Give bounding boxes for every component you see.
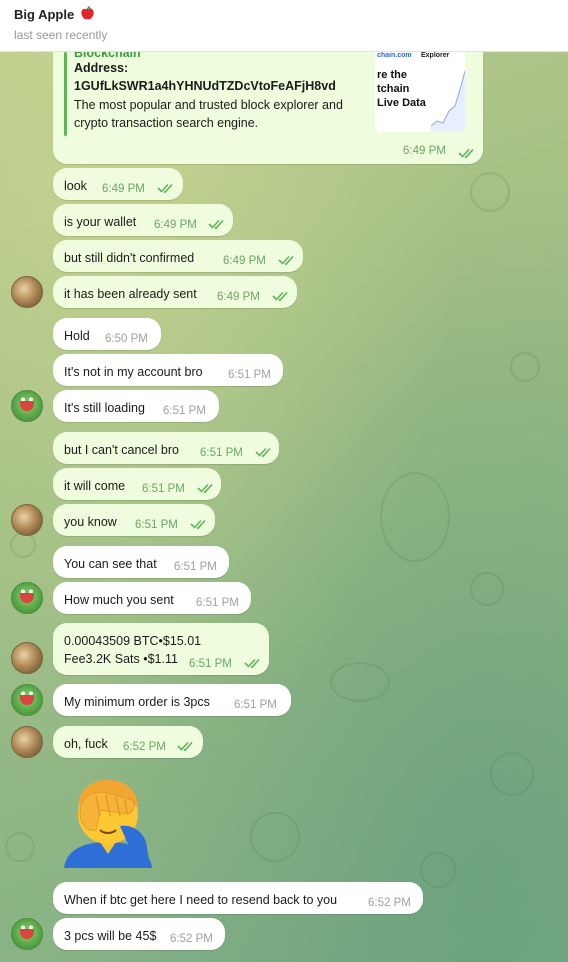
message-text: look	[64, 179, 87, 193]
message-text-line2: Fee3.2K Sats •$1.11	[64, 652, 178, 666]
message-bubble-outgoing[interactable]: you know 6:51 PM	[53, 504, 215, 536]
message-time: 6:51 PM	[135, 519, 178, 531]
message-bubble-outgoing[interactable]: but I can't cancel bro 6:51 PM	[53, 432, 279, 464]
message-text: It's still loading	[64, 401, 145, 415]
message-time: 6:51 PM	[234, 699, 277, 711]
message-time: 6:49 PM	[223, 255, 266, 267]
double-check-icon	[157, 183, 173, 194]
double-check-icon	[190, 519, 206, 530]
message-bubble-incoming[interactable]: It's not in my account bro 6:51 PM	[53, 354, 283, 386]
message-bubble-incoming[interactable]: Hold 6:50 PM	[53, 318, 161, 350]
message-bubble-incoming[interactable]: You can see that 6:51 PM	[53, 546, 229, 578]
chat-title[interactable]: Big Apple	[14, 6, 554, 24]
link-preview-accent	[64, 52, 67, 136]
message-time: 6:51 PM	[163, 405, 206, 417]
message-bubble-outgoing[interactable]: it will come 6:51 PM	[53, 468, 221, 500]
message-text: it will come	[64, 479, 126, 493]
message-bubble-outgoing[interactable]: 0.00043509 BTC•$15.01 Fee3.2K Sats •$1.1…	[53, 623, 269, 675]
message-time: 6:51 PM	[174, 561, 217, 573]
thumb-brand-explorer: Explorer	[421, 52, 450, 59]
red-apple-icon	[81, 6, 94, 20]
message-text: When if btc get here I need to resend ba…	[64, 893, 338, 907]
chat-title-text: Big Apple	[14, 7, 75, 22]
thumb-line1: re the	[377, 69, 407, 81]
my-avatar[interactable]	[11, 684, 43, 716]
zombie-mouth-icon	[20, 593, 34, 603]
message-time: 6:49 PM	[102, 183, 145, 195]
message-text: Hold	[64, 329, 90, 343]
message-bubble-incoming[interactable]: My minimum order is 3pcs 6:51 PM	[53, 684, 291, 716]
thumb-line3: Live Data	[377, 97, 426, 109]
thumb-brand: chain.com	[377, 52, 412, 59]
message-time: 6:52 PM	[123, 741, 166, 753]
contact-avatar[interactable]	[11, 642, 43, 674]
double-check-icon	[208, 219, 224, 230]
double-check-icon	[197, 483, 213, 494]
chat-header[interactable]: Big Apple last seen recently	[0, 0, 568, 52]
zombie-mouth-icon	[20, 929, 34, 939]
link-preview-message[interactable]: Blockchain Address: 1GUfLkSWR1a4hYHNUdTZ…	[53, 46, 483, 164]
message-bubble-outgoing[interactable]: look 6:49 PM	[53, 168, 183, 200]
double-check-icon	[255, 447, 271, 458]
message-text: oh, fuck	[64, 737, 108, 751]
message-text: but I can't cancel bro	[64, 443, 179, 457]
message-bubble-outgoing[interactable]: it has been already sent 6:49 PM	[53, 276, 297, 308]
contact-avatar[interactable]	[11, 726, 43, 758]
message-bubble-outgoing[interactable]: is your wallet 6:49 PM	[53, 204, 233, 236]
link-preview-description-line2: crypto transaction search engine.	[74, 116, 259, 130]
message-time: 6:51 PM	[189, 658, 232, 670]
my-avatar[interactable]	[11, 390, 43, 422]
thumb-graph-icon	[431, 70, 465, 132]
message-time: 6:49 PM	[217, 291, 260, 303]
message-bubble-incoming[interactable]: It's still loading 6:51 PM	[53, 390, 219, 422]
message-bubble-outgoing[interactable]: oh, fuck 6:52 PM	[53, 726, 203, 758]
message-time: 6:51 PM	[196, 597, 239, 609]
message-time: 6:49 PM	[403, 145, 446, 157]
facepalm-emoji-icon[interactable]	[60, 770, 156, 870]
contact-avatar[interactable]	[11, 504, 43, 536]
double-check-icon	[177, 741, 193, 752]
link-preview-address-label: Address:	[74, 61, 129, 75]
double-check-icon	[458, 148, 474, 159]
message-time: 6:51 PM	[200, 447, 243, 459]
message-time: 6:52 PM	[170, 933, 213, 945]
link-preview-thumbnail[interactable]: chain.com Explorer re the tchain Live Da…	[375, 52, 465, 132]
message-time: 6:51 PM	[142, 483, 185, 495]
message-text: 0.00043509 BTC•$15.01	[64, 634, 202, 648]
message-text: but still didn't confirmed	[64, 251, 195, 265]
message-bubble-outgoing[interactable]: but still didn't confirmed 6:49 PM	[53, 240, 303, 272]
message-bubble-incoming[interactable]: 3 pcs will be 45$ 6:52 PM	[53, 918, 225, 950]
message-text: How much you sent	[64, 593, 174, 607]
message-bubble-incoming[interactable]: When if btc get here I need to resend ba…	[53, 882, 423, 914]
chat-status: last seen recently	[14, 28, 108, 42]
message-time: 6:50 PM	[105, 333, 148, 345]
my-avatar[interactable]	[11, 918, 43, 950]
message-text: is your wallet	[64, 215, 137, 229]
message-time: 6:49 PM	[154, 219, 197, 231]
message-time: 6:51 PM	[228, 369, 271, 381]
message-text: My minimum order is 3pcs	[64, 695, 210, 709]
message-text: You can see that	[64, 557, 157, 571]
message-bubble-incoming[interactable]: How much you sent 6:51 PM	[53, 582, 251, 614]
double-check-icon	[272, 291, 288, 302]
zombie-mouth-icon	[20, 695, 34, 705]
my-avatar[interactable]	[11, 582, 43, 614]
double-check-icon	[244, 658, 260, 669]
message-text: It's not in my account bro	[64, 365, 203, 379]
zombie-mouth-icon	[20, 401, 34, 411]
double-check-icon	[278, 255, 294, 266]
link-preview-address[interactable]: 1GUfLkSWR1a4hYHNUdTZDcVtoFeAFjH8vd	[74, 79, 336, 93]
contact-avatar[interactable]	[11, 276, 43, 308]
message-time: 6:52 PM	[368, 897, 411, 909]
message-text: it has been already sent	[64, 287, 197, 301]
message-text: you know	[64, 515, 117, 529]
link-preview-description-line1: The most popular and trusted block explo…	[74, 98, 343, 112]
link-preview-description: The most popular and trusted block explo…	[74, 96, 374, 132]
thumb-line2: tchain	[377, 83, 410, 95]
message-text: 3 pcs will be 45$	[64, 929, 157, 943]
